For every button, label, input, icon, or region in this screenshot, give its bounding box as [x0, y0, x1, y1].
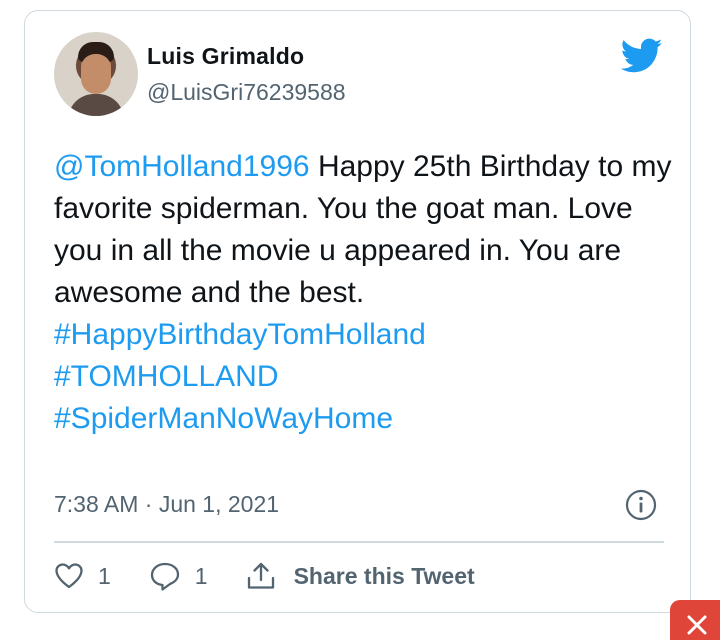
share-upload-icon: [247, 562, 274, 589]
close-icon: [687, 615, 707, 635]
tweet-card[interactable]: Luis Grimaldo @LuisGri76239588 @TomHolla…: [24, 10, 691, 613]
twitter-bird-icon[interactable]: [621, 38, 663, 74]
like-count: 1: [98, 562, 111, 589]
share-tweet-button[interactable]: Share this Tweet: [246, 561, 475, 591]
tweet-text: @TomHolland1996 Happy 25th Birthday to m…: [54, 146, 674, 440]
info-icon[interactable]: [625, 489, 657, 521]
hashtag-link[interactable]: #SpiderManNoWayHome: [54, 398, 674, 440]
tweet-timestamp[interactable]: 7:38 AM · Jun 1, 2021: [54, 491, 279, 518]
avatar-shirt: [68, 94, 124, 116]
reply-bubble-icon: [150, 562, 179, 591]
author-name[interactable]: Luis Grimaldo: [147, 43, 304, 70]
mention-link[interactable]: @TomHolland1996: [54, 150, 310, 183]
author-handle[interactable]: @LuisGri76239588: [147, 79, 346, 106]
close-button[interactable]: [670, 600, 720, 640]
avatar[interactable]: [54, 32, 138, 116]
tweet-actions: 1 1 Share this Tweet: [54, 559, 475, 593]
share-tweet-label: Share this Tweet: [293, 562, 475, 589]
avatar-face: [81, 54, 111, 94]
divider: [54, 541, 664, 543]
reply-count: 1: [194, 562, 208, 589]
hashtag-link[interactable]: #TOMHOLLAND: [54, 356, 674, 398]
like-button[interactable]: 1: [54, 562, 111, 590]
heart-icon: [55, 563, 83, 589]
reply-button[interactable]: 1: [149, 561, 208, 591]
hashtag-link[interactable]: #HappyBirthdayTomHolland: [54, 314, 674, 356]
